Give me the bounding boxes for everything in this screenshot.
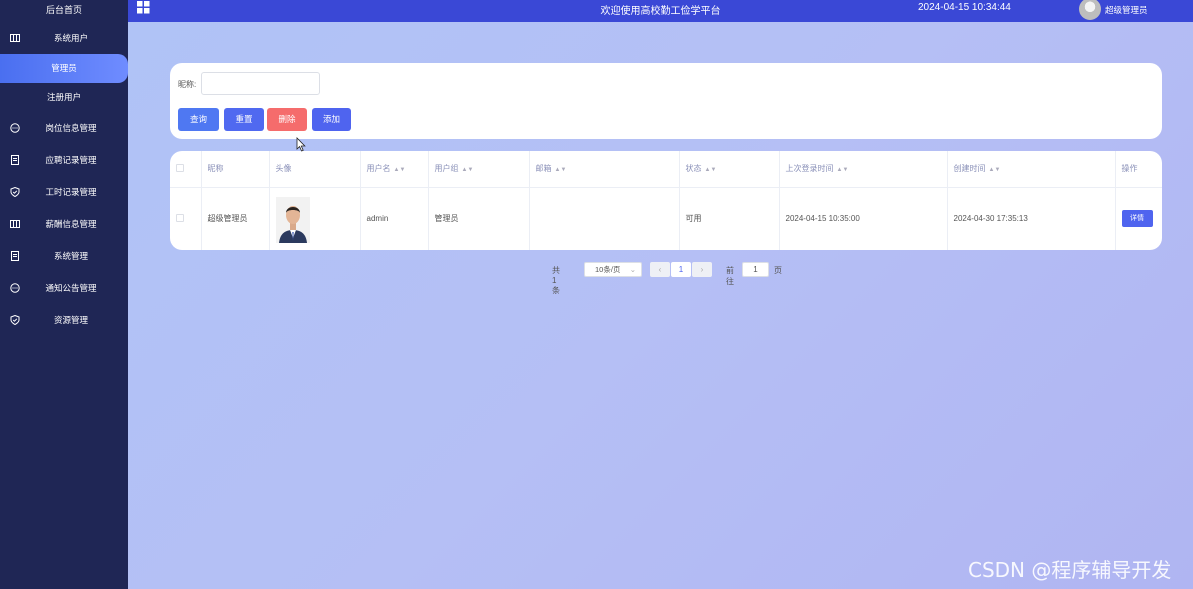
sidebar-item-label: 岗位信息管理: [45, 123, 97, 133]
nickname-search-input[interactable]: [201, 72, 320, 95]
cell-created: 2024-04-30 17:35:13: [947, 187, 1116, 250]
admin-table: 昵称 头像 用户名 ▲▼ 用户组 ▲▼ 邮箱 ▲▼ 状态 ▲▼ 上次登录时间 ▲▼ 创建时…: [170, 151, 1162, 250]
page-size-select[interactable]: 10条/页 ⌄: [584, 262, 642, 277]
columns-icon: [10, 34, 20, 42]
sidebar-item-system[interactable]: 系统管理: [0, 240, 128, 272]
column-header-email[interactable]: 邮箱 ▲▼: [529, 151, 680, 188]
select-all-checkbox[interactable]: [170, 151, 202, 188]
cell-nickname: 超级管理员: [201, 187, 270, 250]
sidebar-item-salary[interactable]: 薪酬信息管理: [0, 208, 128, 240]
cell-actions: 详情: [1115, 187, 1162, 250]
column-header-status[interactable]: 状态 ▲▼: [679, 151, 780, 188]
add-button[interactable]: 添加: [312, 108, 351, 131]
column-header-label: 状态: [685, 164, 702, 174]
chat-icon: [10, 283, 20, 293]
column-header-username[interactable]: 用户名 ▲▼: [360, 151, 429, 188]
sidebar-item-label: 薪酬信息管理: [45, 219, 97, 229]
column-header-label: 用户组: [434, 164, 459, 174]
column-header-created[interactable]: 创建时间 ▲▼: [947, 151, 1116, 188]
sidebar-item-registered-users[interactable]: 注册用户: [0, 83, 128, 112]
sort-icon[interactable]: ▲▼: [989, 167, 1001, 173]
document-icon: [11, 155, 19, 165]
columns-icon: [10, 220, 20, 228]
document-icon: [11, 251, 19, 261]
column-header-avatar: 头像: [269, 151, 361, 188]
column-header-nickname: 昵称: [201, 151, 270, 188]
column-header-label: 上次登录时间: [785, 164, 834, 174]
prev-page-button[interactable]: ‹: [650, 262, 670, 277]
sidebar-item-label: 通知公告管理: [45, 283, 97, 293]
row-checkbox[interactable]: [170, 187, 202, 250]
watermark: CSDN @程序辅导开发: [968, 558, 1172, 582]
column-header-label: 邮箱: [535, 164, 552, 174]
sidebar-item-label: 资源管理: [53, 315, 88, 325]
table-row: 超级管理员 admin 管理员 可用 2024-04-15 10:35:00 2…: [170, 187, 1162, 250]
sidebar-item-work-hours[interactable]: 工时记录管理: [0, 176, 128, 208]
pagination-total: 共 1 条: [552, 266, 560, 295]
sidebar-item-label: 系统用户: [53, 33, 88, 43]
sidebar: 后台首页 系统用户 管理员 注册用户 岗位信息管理 应聘记录管理 工时记录管理 …: [0, 0, 128, 589]
nickname-label: 昵称:: [178, 80, 197, 89]
sidebar-item-label: 系统管理: [53, 251, 88, 261]
cell-status: 可用: [679, 187, 780, 250]
page-suffix-label: 页: [774, 266, 782, 275]
sidebar-item-home[interactable]: 后台首页: [0, 0, 128, 22]
sort-icon[interactable]: ▲▼: [462, 167, 474, 173]
avatar[interactable]: [1079, 0, 1101, 20]
next-page-button[interactable]: ›: [692, 262, 712, 277]
page-number-1[interactable]: 1: [671, 262, 691, 277]
welcome-title: 欢迎使用高校勤工俭学平台: [600, 6, 721, 17]
chevron-down-icon: ⌄: [629, 265, 636, 274]
sort-icon[interactable]: ▲▼: [705, 167, 717, 173]
column-header-label: 创建时间: [953, 164, 986, 174]
shield-check-icon: [10, 315, 20, 325]
chat-icon: [10, 123, 20, 133]
goto-page-input[interactable]: 1: [742, 262, 769, 277]
mouse-cursor-icon: [296, 137, 306, 152]
avatar-photo: [275, 196, 310, 243]
sidebar-item-label: 应聘记录管理: [45, 155, 97, 165]
cell-last-login: 2024-04-15 10:35:00: [779, 187, 948, 250]
query-button[interactable]: 查询: [178, 108, 219, 131]
cell-username: admin: [360, 187, 429, 250]
sidebar-item-admin[interactable]: 管理员: [0, 54, 128, 83]
column-header-actions: 操作: [1115, 151, 1162, 188]
top-bar: 欢迎使用高校勤工俭学平台 2024-04-15 10:34:44 超级管理员: [128, 0, 1193, 22]
main-content: 昵称: 查询 重置 删除 添加 昵称 头像 用户名 ▲▼ 用户组 ▲▼ 邮箱 ▲▼: [128, 22, 1193, 589]
current-datetime: 2024-04-15 10:34:44: [918, 2, 1011, 13]
page-size-value: 10条/页: [595, 265, 621, 274]
column-header-group[interactable]: 用户组 ▲▼: [428, 151, 530, 188]
delete-button[interactable]: 删除: [267, 108, 307, 131]
search-panel: 昵称: 查询 重置 删除 添加: [170, 63, 1162, 139]
sidebar-item-resources[interactable]: 资源管理: [0, 304, 128, 336]
current-user[interactable]: 超级管理员: [1105, 4, 1148, 16]
sidebar-item-jobs[interactable]: 岗位信息管理: [0, 112, 128, 144]
sort-icon[interactable]: ▲▼: [394, 167, 406, 173]
column-header-last-login[interactable]: 上次登录时间 ▲▼: [779, 151, 948, 188]
sidebar-item-system-users[interactable]: 系统用户: [0, 22, 128, 54]
cell-email: [529, 187, 680, 250]
goto-label: 前往: [726, 266, 734, 286]
cell-group: 管理员: [428, 187, 530, 250]
sidebar-item-label: 工时记录管理: [45, 187, 97, 197]
detail-button[interactable]: 详情: [1121, 210, 1153, 228]
column-header-label: 用户名: [366, 164, 391, 174]
sidebar-item-notices[interactable]: 通知公告管理: [0, 272, 128, 304]
sidebar-item-applications[interactable]: 应聘记录管理: [0, 144, 128, 176]
shield-check-icon: [10, 187, 20, 197]
sort-icon[interactable]: ▲▼: [837, 167, 849, 173]
reset-button[interactable]: 重置: [224, 108, 264, 131]
table-header-row: 昵称 头像 用户名 ▲▼ 用户组 ▲▼ 邮箱 ▲▼ 状态 ▲▼ 上次登录时间 ▲▼ 创建时…: [170, 151, 1162, 188]
sort-icon[interactable]: ▲▼: [555, 167, 567, 173]
cell-avatar: [269, 187, 361, 250]
